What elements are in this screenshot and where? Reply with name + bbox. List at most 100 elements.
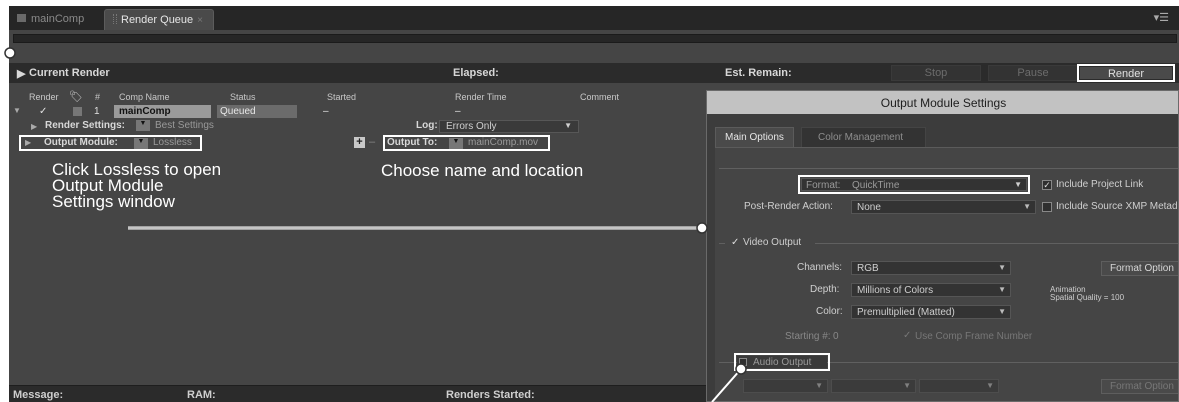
chevron-down-icon: ▼ — [903, 381, 911, 390]
chevron-down-icon: ▼ — [815, 381, 823, 390]
tab-main-options[interactable]: Main Options — [715, 127, 794, 147]
video-output-label: Video Output — [743, 237, 802, 248]
render-time-cell: – — [455, 106, 461, 117]
expand-output-module-icon[interactable]: ▶ — [25, 138, 31, 147]
video-group-border-right — [815, 243, 1178, 244]
elapsed-label: Elapsed: — [453, 67, 499, 79]
chevron-down-icon: ▼ — [1014, 180, 1022, 189]
audio-channels-select[interactable]: ▼ — [919, 379, 999, 393]
drag-grip-icon[interactable] — [113, 14, 117, 24]
tab-render-queue[interactable]: Render Queue × — [104, 9, 214, 30]
audio-depth-select[interactable]: ▼ — [831, 379, 916, 393]
output-to-dropdown-arrow[interactable]: ▼ — [449, 138, 463, 149]
format-group-border — [719, 168, 1178, 169]
panel-tab-bar: mainComp Render Queue × ▾☰ — [9, 6, 1179, 30]
audio-rate-select[interactable]: ▼ — [743, 379, 828, 393]
renders-started-label: Renders Started: — [446, 389, 535, 401]
col-comment[interactable]: Comment — [580, 92, 619, 102]
audio-output-checkbox[interactable] — [739, 358, 747, 366]
render-settings-dropdown-arrow[interactable]: ▼ — [136, 120, 150, 131]
format-select[interactable]: Format: QuickTime ▼ — [801, 178, 1027, 191]
include-project-link-checkbox[interactable]: ✓ — [1042, 180, 1052, 190]
output-module-settings-dialog: Output Module Settings Main Options Colo… — [706, 90, 1179, 402]
color-label: Color: — [816, 306, 843, 317]
use-comp-frame-label: Use Comp Frame Number — [915, 331, 1033, 342]
output-module-label: Output Module: — [44, 137, 118, 148]
post-render-select[interactable]: None ▼ — [851, 200, 1036, 214]
tab-maincomp[interactable]: mainComp — [9, 9, 92, 30]
channels-label: Channels: — [797, 262, 843, 273]
format-label: Format: — [806, 180, 841, 191]
depth-select[interactable]: Millions of Colors ▼ — [851, 283, 1011, 297]
ram-label: RAM: — [187, 389, 216, 401]
depth-value: Millions of Colors — [857, 285, 934, 296]
close-icon[interactable]: × — [197, 15, 203, 26]
composition-icon — [17, 14, 26, 22]
audio-output-toggle[interactable]: Audio Output — [737, 356, 827, 368]
log-label: Log: — [416, 120, 438, 131]
col-render-time[interactable]: Render Time — [455, 92, 507, 102]
video-output-checkbox[interactable]: ✓ — [731, 237, 739, 248]
render-settings-value[interactable]: Best Settings — [155, 120, 214, 131]
expand-current-render-icon[interactable]: ▶ — [17, 67, 25, 80]
chevron-down-icon: ▼ — [1023, 202, 1031, 211]
use-comp-frame-checkbox[interactable]: ✓ — [903, 330, 911, 341]
remove-output-module-button[interactable]: – — [369, 136, 375, 148]
output-module-dropdown-arrow[interactable]: ▼ — [134, 138, 148, 149]
lossless-annotation: Click Lossless to open Output Module Set… — [52, 160, 222, 211]
col-comp-name[interactable]: Comp Name — [119, 92, 170, 102]
col-number[interactable]: # — [95, 92, 100, 102]
audio-format-options-button[interactable]: Format Option — [1101, 379, 1178, 394]
tab-color-management[interactable]: Color Management — [801, 127, 926, 147]
audio-output-label: Audio Output — [753, 357, 812, 368]
chevron-down-icon[interactable]: ▼ — [13, 106, 21, 115]
color-value: Premultiplied (Matted) — [857, 307, 955, 318]
include-xmp-label: Include Source XMP Metad — [1056, 201, 1178, 212]
output-module-highlight: ▶ Output Module: ▼ Lossless — [19, 135, 202, 151]
render-button-highlight[interactable]: Render — [1077, 64, 1175, 82]
output-to-label: Output To: — [387, 137, 438, 148]
channels-select[interactable]: RGB ▼ — [851, 261, 1011, 275]
started-cell: – — [323, 106, 329, 117]
col-render[interactable]: Render — [29, 92, 59, 102]
label-tag-icon[interactable]: 🏷 — [69, 90, 83, 103]
color-select[interactable]: Premultiplied (Matted) ▼ — [851, 305, 1011, 319]
format-highlight: Format: QuickTime ▼ — [798, 175, 1030, 194]
stop-button[interactable]: Stop — [891, 65, 981, 81]
label-color-swatch[interactable] — [73, 107, 82, 116]
log-select[interactable]: Errors Only ▼ — [439, 120, 579, 133]
render-checkbox[interactable]: ✓ — [39, 106, 47, 117]
log-value: Errors Only — [446, 121, 497, 132]
post-render-label: Post-Render Action: — [744, 201, 833, 212]
pause-button[interactable]: Pause — [988, 65, 1078, 81]
render-settings-label: Render Settings: — [45, 120, 126, 131]
row-number: 1 — [94, 106, 100, 117]
starting-number-label: Starting #: — [785, 331, 831, 342]
format-value: QuickTime — [852, 180, 900, 191]
include-project-link-label: Include Project Link — [1056, 179, 1144, 190]
render-button[interactable]: Render — [1080, 67, 1172, 80]
codec-info-line-2: Spatial Quality = 100 — [1050, 293, 1125, 302]
col-status[interactable]: Status — [230, 92, 256, 102]
dialog-body: Format: QuickTime ▼ ✓ Include Project Li… — [715, 147, 1178, 401]
panel-menu-icon[interactable]: ▾☰ — [1154, 11, 1169, 24]
tab-render-queue-label: Render Queue — [121, 14, 194, 26]
add-output-module-button[interactable]: + — [354, 137, 365, 148]
expand-render-settings-icon[interactable]: ▶ — [31, 122, 37, 131]
est-remain-label: Est. Remain: — [725, 67, 792, 79]
chevron-down-icon: ▼ — [564, 121, 572, 130]
starting-number-value[interactable]: 0 — [833, 331, 839, 342]
col-started[interactable]: Started — [327, 92, 356, 102]
chevron-down-icon: ▼ — [986, 381, 994, 390]
render-progress-bar — [13, 34, 1177, 43]
output-to-value[interactable]: mainComp.mov — [468, 137, 538, 148]
output-module-value[interactable]: Lossless — [153, 137, 192, 148]
current-render-bar: ▶ Current Render Elapsed: Est. Remain: S… — [9, 63, 1179, 83]
include-xmp-checkbox[interactable] — [1042, 202, 1052, 212]
post-render-value: None — [857, 202, 881, 213]
message-label: Message: — [13, 389, 64, 401]
tab-maincomp-label: mainComp — [31, 13, 85, 25]
format-options-button[interactable]: Format Option — [1101, 261, 1178, 276]
status-cell: Queued — [217, 105, 297, 118]
chevron-down-icon: ▼ — [998, 263, 1006, 272]
